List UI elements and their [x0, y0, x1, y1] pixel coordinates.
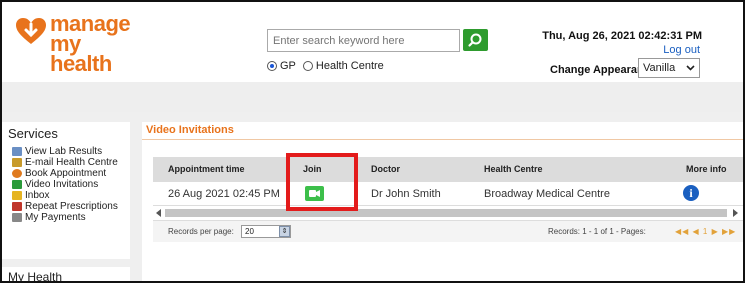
pager-navigation[interactable]: ◀◀ ◀ 1 ▶ ▶▶	[675, 227, 736, 236]
payments-icon	[12, 213, 22, 222]
column-header-doctor[interactable]: Doctor	[371, 164, 400, 174]
radio-health-centre[interactable]	[302, 61, 313, 71]
table-row: 26 Aug 2021 02:45 PM Dr John Smith Broad…	[153, 182, 743, 206]
search-input[interactable]	[268, 30, 459, 51]
column-header-more-info[interactable]: More info	[686, 164, 727, 174]
services-list: View Lab Results E-mail Health Centre Bo…	[12, 146, 118, 223]
radio-gp-label: GP	[280, 60, 296, 72]
sidebar-item-video-invitations[interactable]: Video Invitations	[12, 179, 118, 190]
sidebar-item-label: Inbox	[25, 190, 50, 201]
cell-doctor: Dr John Smith	[371, 188, 441, 200]
sidebar-item-label: Video Invitations	[25, 179, 99, 190]
sidebar-item-email-health-centre[interactable]: E-mail Health Centre	[12, 157, 118, 168]
services-title: Services	[8, 126, 58, 141]
logo-text: manage my health	[50, 13, 144, 76]
horizontal-scrollbar[interactable]	[153, 206, 743, 220]
records-summary: Records: 1 - 1 of 1 - Pages:	[548, 227, 646, 236]
sidebar-item-label: Repeat Prescriptions	[25, 201, 118, 212]
scroll-right-icon[interactable]	[733, 209, 739, 217]
logo-line-2: my health	[50, 31, 112, 76]
cell-health-centre: Broadway Medical Centre	[484, 188, 610, 200]
sidebar-item-my-payments[interactable]: My Payments	[12, 212, 118, 223]
radio-gp[interactable]	[267, 61, 277, 71]
lab-results-icon	[12, 147, 22, 156]
prescription-icon	[12, 202, 22, 211]
tab-underline	[142, 139, 743, 140]
radio-health-centre-label: Health Centre	[315, 60, 384, 72]
records-per-page-value: 20	[245, 227, 254, 236]
my-health-panel: My Health	[2, 267, 130, 283]
logo-mark-icon	[16, 18, 46, 44]
search-field[interactable]	[267, 29, 460, 52]
email-icon	[12, 158, 22, 167]
current-datetime: Thu, Aug 26, 2021 02:42:31 PM	[542, 30, 702, 42]
pager-bar: Records per page: 20 ⇕ Records: 1 - 1 of…	[153, 220, 743, 242]
sidebar-item-label: View Lab Results	[25, 146, 103, 157]
my-health-title: My Health	[8, 270, 63, 283]
sidebar-item-label: My Payments	[25, 212, 86, 223]
info-icon[interactable]: i	[683, 185, 699, 201]
app-frame: manage my health GP Health Centre Thu, A…	[0, 0, 745, 283]
cell-appointment-time: 26 Aug 2021 02:45 PM	[168, 188, 280, 200]
scroll-left-icon[interactable]	[156, 209, 162, 217]
sidebar-item-label: Book Appointment	[25, 168, 107, 179]
chevron-down-icon	[686, 65, 695, 71]
sidebar-item-book-appointment[interactable]: Book Appointment	[12, 168, 118, 179]
appearance-value: Vanilla	[643, 62, 676, 74]
logo[interactable]: manage my health	[14, 12, 144, 76]
search-button[interactable]	[463, 29, 488, 51]
main-panel: Video Invitations Appointment time Join …	[142, 122, 743, 281]
header: manage my health GP Health Centre Thu, A…	[2, 2, 743, 82]
column-header-health-centre[interactable]: Health Centre	[484, 164, 543, 174]
inbox-icon	[12, 191, 22, 200]
services-panel: Services View Lab Results E-mail Health …	[2, 122, 130, 259]
column-header-appointment-time[interactable]: Appointment time	[168, 164, 245, 174]
records-per-page-label: Records per page:	[168, 227, 234, 236]
sidebar-item-repeat-prescriptions[interactable]: Repeat Prescriptions	[12, 201, 118, 212]
join-highlight-box	[286, 153, 358, 211]
appearance-select[interactable]: Vanilla	[638, 58, 700, 78]
tab-video-invitations[interactable]: Video Invitations	[142, 122, 238, 140]
sidebar-item-label: E-mail Health Centre	[25, 157, 118, 168]
scroll-thumb[interactable]	[165, 209, 727, 217]
sidebar-item-inbox[interactable]: Inbox	[12, 190, 118, 201]
clock-icon	[12, 169, 22, 178]
search-scope-radios: GP Health Centre	[267, 60, 391, 72]
sidebar-item-view-lab-results[interactable]: View Lab Results	[12, 146, 118, 157]
records-per-page-dropdown-icon[interactable]: ⇕	[279, 226, 290, 237]
video-icon	[12, 180, 22, 189]
search-icon	[468, 33, 482, 47]
grid-header: Appointment time Join Doctor Health Cent…	[153, 157, 743, 182]
logout-link[interactable]: Log out	[602, 44, 700, 56]
header-divider-band	[2, 82, 743, 112]
